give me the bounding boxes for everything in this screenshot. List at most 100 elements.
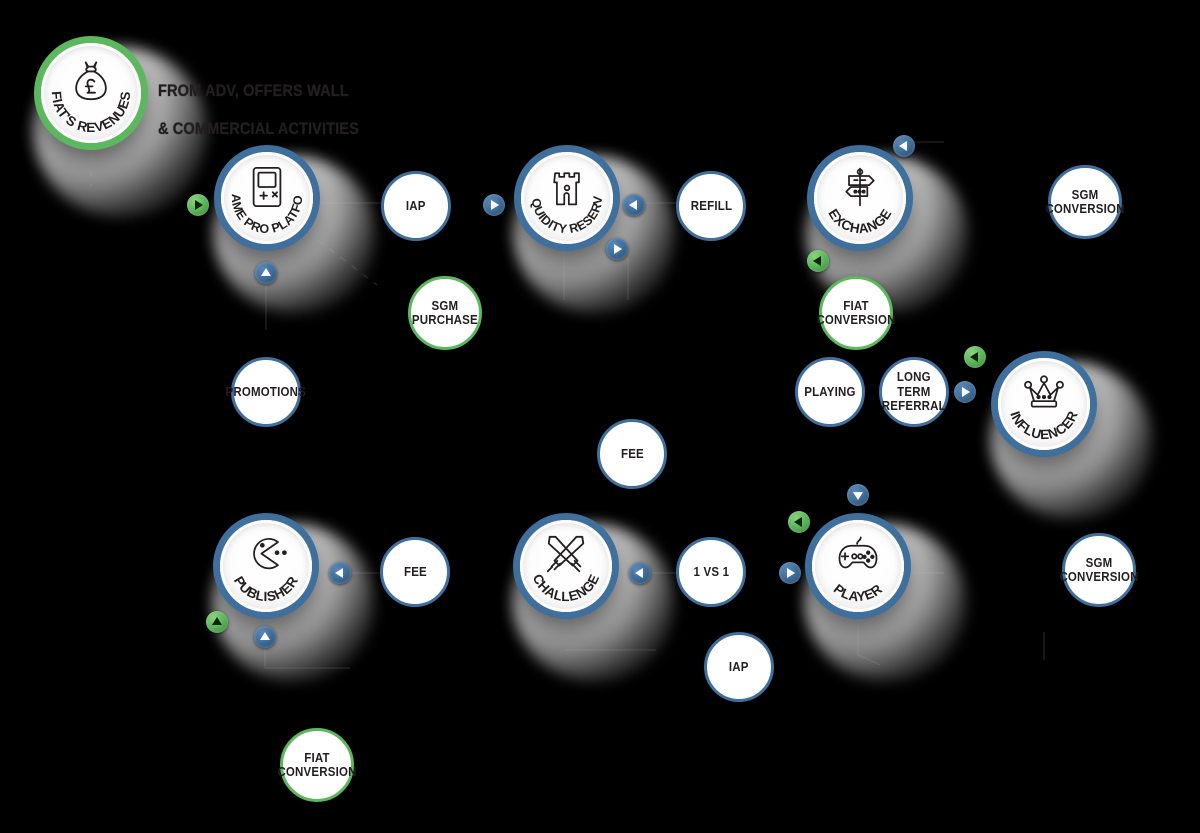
- leaf-node-playing[interactable]: PLAYING: [795, 357, 865, 427]
- hub-node-arc-label: PLAYER: [831, 581, 885, 604]
- hub-node-liquidity-reserve[interactable]: LIQUIDITY RESERVE: [514, 145, 620, 251]
- leaf-node-label: IAP: [406, 198, 426, 213]
- leaf-node-label: SGM PURCHASE: [411, 298, 479, 327]
- triangle-up-icon: [260, 632, 270, 640]
- hub-node-face: PLAYER: [812, 520, 904, 612]
- hub-node-label: EXCHANGE: [825, 206, 894, 236]
- leaf-node-label: PLAYING: [804, 384, 856, 399]
- svg-text:INFLUENCER: INFLUENCER: [1007, 409, 1081, 443]
- caption-line-2: & COMMERCIAL ACTIVITIES: [158, 119, 359, 139]
- triangle-left-icon: [970, 352, 978, 362]
- arrow-badge-right-icon[interactable]: [954, 381, 976, 403]
- triangle-left-icon: [794, 517, 802, 527]
- svg-text:SGAME PRO PLATFORM: SGAME PRO PLATFORM: [221, 152, 305, 236]
- leaf-node-iap-bottom[interactable]: IAP: [704, 632, 774, 702]
- leaf-node-long-term-referral[interactable]: LONG TERM REFERRAL: [879, 357, 949, 427]
- triangle-left-icon: [899, 141, 907, 151]
- diagram-canvas: FROM ADV, OFFERS WALL & COMMERCIAL ACTIV…: [0, 0, 1200, 833]
- hub-node-fiats-revenues[interactable]: FIAT'S REVENUES: [34, 36, 148, 150]
- triangle-left-icon: [813, 256, 821, 266]
- triangle-right-icon: [787, 568, 795, 578]
- arrow-badge-left-icon[interactable]: [329, 562, 351, 584]
- hub-node-face: FIAT'S REVENUES: [41, 43, 141, 143]
- leaf-node-fee-left[interactable]: FEE: [380, 537, 450, 607]
- diagram-caption: FROM ADV, OFFERS WALL & COMMERCIAL ACTIV…: [158, 62, 359, 157]
- leaf-node-label: IAP: [729, 659, 749, 674]
- hub-node-label: SGAME PRO PLATFORM: [221, 152, 305, 236]
- arrow-badge-up-icon[interactable]: [206, 611, 228, 633]
- hub-node-label: FIAT'S REVENUES: [49, 90, 133, 135]
- leaf-node-fee-center[interactable]: FEE: [597, 419, 667, 489]
- leaf-node-iap-top[interactable]: IAP: [381, 171, 451, 241]
- hub-node-label: INFLUENCER: [1007, 409, 1080, 443]
- leaf-node-sgm-conversion-bottom[interactable]: SGM CONVERSION: [1059, 533, 1139, 607]
- leaf-node-label: FEE: [620, 446, 644, 461]
- arrow-badge-right-icon[interactable]: [483, 194, 505, 216]
- arrow-badge-left-icon[interactable]: [964, 346, 986, 368]
- triangle-left-icon: [629, 200, 637, 210]
- hub-node-challenge[interactable]: CHALLENGE: [513, 513, 619, 619]
- leaf-node-label: FIAT CONVERSION: [277, 750, 357, 779]
- hub-node-exchange[interactable]: EXCHANGE: [807, 145, 913, 251]
- edge-player-down: [857, 622, 881, 666]
- arrow-badge-down-icon[interactable]: [847, 484, 869, 506]
- edge-publisher-down: [264, 648, 350, 669]
- arrow-badge-right-icon[interactable]: [779, 562, 801, 584]
- hub-node-label: PLAYER: [831, 581, 885, 604]
- leaf-node-one-vs-one[interactable]: 1 VS 1: [676, 537, 746, 607]
- hub-node-arc-label: INFLUENCER: [1007, 409, 1081, 443]
- leaf-node-label: PROMOTIONS: [225, 384, 307, 399]
- hub-node-face: EXCHANGE: [814, 152, 906, 244]
- arrow-badge-up-icon[interactable]: [255, 262, 277, 284]
- hub-node-arc-label: LIQUIDITY RESERVE: [521, 152, 605, 236]
- arrow-badge-right-icon[interactable]: [606, 238, 628, 260]
- svg-text:FIAT'S REVENUES: FIAT'S REVENUES: [49, 90, 133, 135]
- hub-node-label: PUBLISHER: [231, 574, 301, 605]
- arrow-badge-up-icon[interactable]: [254, 626, 276, 648]
- leaf-node-label: 1 VS 1: [693, 564, 729, 579]
- svg-text:CHALLENGE: CHALLENGE: [530, 572, 603, 604]
- triangle-right-icon: [614, 244, 622, 254]
- hub-node-face: SGAME PRO PLATFORM: [221, 152, 313, 244]
- hub-node-face: INFLUENCER: [998, 358, 1090, 450]
- hub-node-face: PUBLISHER: [220, 520, 312, 612]
- hub-node-influencer[interactable]: INFLUENCER: [991, 351, 1097, 457]
- svg-text:PUBLISHER: PUBLISHER: [231, 574, 301, 605]
- leaf-node-fiat-conversion-bottom[interactable]: FIAT CONVERSION: [277, 728, 357, 802]
- arrow-badge-left-icon[interactable]: [788, 511, 810, 533]
- leaf-node-fiat-conversion-top[interactable]: FIAT CONVERSION: [816, 276, 896, 350]
- hub-node-arc-label: CHALLENGE: [530, 572, 603, 604]
- svg-text:LIQUIDITY RESERVE: LIQUIDITY RESERVE: [521, 152, 605, 236]
- hub-node-player[interactable]: PLAYER: [805, 513, 911, 619]
- leaf-node-sgm-conversion-top[interactable]: SGM CONVERSION: [1045, 165, 1124, 239]
- svg-text:EXCHANGE: EXCHANGE: [825, 206, 894, 236]
- edge-sgame-to-sgmpurchase: [317, 239, 378, 286]
- triangle-up-icon: [261, 268, 271, 276]
- leaf-node-label: FIAT CONVERSION: [816, 298, 896, 327]
- hub-node-publisher[interactable]: PUBLISHER: [213, 513, 319, 619]
- triangle-right-icon: [491, 200, 499, 210]
- hub-node-arc-label: SGAME PRO PLATFORM: [221, 152, 305, 236]
- hub-node-face: CHALLENGE: [520, 520, 612, 612]
- leaf-node-label: LONG TERM REFERRAL: [881, 370, 947, 414]
- triangle-right-icon: [962, 387, 970, 397]
- triangle-left-icon: [635, 568, 643, 578]
- arrow-badge-left-icon[interactable]: [893, 135, 915, 157]
- leaf-node-refill[interactable]: REFILL: [676, 171, 746, 241]
- triangle-right-icon: [195, 200, 203, 210]
- hub-node-sgame-pro-platform[interactable]: SGAME PRO PLATFORM: [214, 145, 320, 251]
- arrow-badge-left-icon[interactable]: [807, 250, 829, 272]
- triangle-down-icon: [853, 492, 863, 500]
- arrow-badge-left-icon[interactable]: [629, 562, 651, 584]
- leaf-node-label: REFILL: [690, 198, 732, 213]
- hub-node-label: LIQUIDITY RESERVE: [521, 152, 605, 236]
- hub-node-arc-label: FIAT'S REVENUES: [49, 90, 133, 135]
- triangle-up-icon: [212, 617, 222, 625]
- arrow-badge-left-icon[interactable]: [623, 194, 645, 216]
- leaf-node-sgm-purchase[interactable]: SGM PURCHASE: [408, 276, 482, 350]
- arrow-badge-right-icon[interactable]: [187, 194, 209, 216]
- leaf-node-label: SGM CONVERSION: [1059, 555, 1139, 584]
- triangle-left-icon: [335, 568, 343, 578]
- leaf-node-promotions[interactable]: PROMOTIONS: [226, 357, 306, 427]
- hub-node-arc-label: PUBLISHER: [231, 574, 301, 605]
